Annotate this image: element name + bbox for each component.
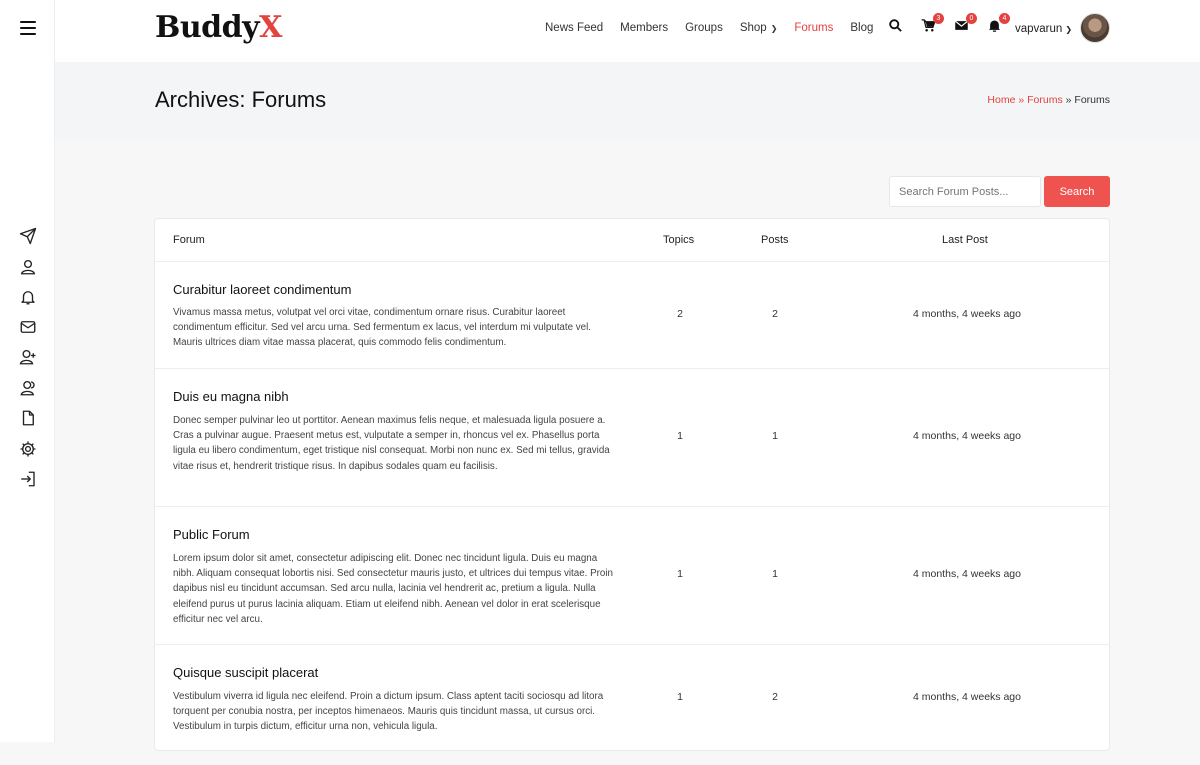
site-logo[interactable]: BuddyX <box>155 10 282 45</box>
last-post[interactable]: 4 months, 4 weeks ago <box>887 691 1047 703</box>
logout-icon[interactable] <box>19 470 37 488</box>
message-icon[interactable]: 0 <box>954 13 977 34</box>
breadcrumb-current: Forums <box>1074 94 1110 106</box>
last-post[interactable]: 4 months, 4 weeks ago <box>887 308 1047 320</box>
file-icon[interactable] <box>19 409 37 427</box>
breadcrumb-forums[interactable]: Forums <box>1027 94 1063 106</box>
topic-count: 1 <box>677 691 683 703</box>
user-icon[interactable] <box>19 258 37 276</box>
logo-accent: X <box>259 10 282 45</box>
logo-main: Buddy <box>155 10 260 45</box>
chevron-down-icon: ❯ <box>1065 25 1073 34</box>
post-count: 2 <box>772 308 778 320</box>
search-icon[interactable] <box>888 18 904 34</box>
post-count: 1 <box>772 568 778 580</box>
header-icons: 3 0 4 <box>888 13 1020 34</box>
forum-description: Donec semper pulvinar leo ut porttitor. … <box>173 415 610 472</box>
topic-count: 1 <box>677 568 683 580</box>
nav-news-feed[interactable]: News Feed <box>545 22 603 34</box>
cart-badge: 3 <box>933 13 944 24</box>
col-forum: Forum <box>173 234 205 246</box>
chevron-down-icon: ❯ <box>770 24 778 33</box>
site-header: BuddyX News Feed Members Groups Shop ❯ Fo… <box>55 0 1200 62</box>
user-plus-icon[interactable] <box>19 348 37 366</box>
forum-title[interactable]: Public Forum <box>173 527 250 542</box>
table-row: Duis eu magna nibh Donec semper pulvinar… <box>155 369 1109 507</box>
message-badge: 0 <box>966 13 977 24</box>
users-icon[interactable] <box>19 379 37 397</box>
topic-count: 2 <box>677 308 683 320</box>
page-title-band: Archives: Forums Home » Forums » Forums <box>55 62 1200 140</box>
page-title: Archives: Forums <box>155 87 327 112</box>
post-count: 2 <box>772 691 778 703</box>
menu-icon[interactable] <box>20 21 36 37</box>
mail-icon[interactable] <box>19 318 37 336</box>
bell-icon[interactable]: 4 <box>987 13 1010 34</box>
nav-members[interactable]: Members <box>620 22 668 34</box>
cart-icon[interactable]: 3 <box>921 13 944 34</box>
forum-table: Forum Topics Posts Last Post Curabitur l… <box>154 218 1110 751</box>
forum-description: Vestibulum viverra id ligula nec eleifen… <box>173 691 604 733</box>
col-last-post: Last Post <box>942 234 988 246</box>
table-row: Public Forum Lorem ipsum dolor sit amet,… <box>155 507 1109 645</box>
nav-groups[interactable]: Groups <box>685 22 723 34</box>
nav-blog[interactable]: Blog <box>850 22 873 34</box>
last-post[interactable]: 4 months, 4 weeks ago <box>887 430 1047 442</box>
forum-description: Vivamus massa metus, volutpat vel orci v… <box>173 307 592 349</box>
username: vapvarun <box>1015 23 1063 35</box>
search-button[interactable]: Search <box>1044 176 1110 207</box>
search-input[interactable] <box>889 176 1041 207</box>
nav-shop-label: Shop <box>739 22 767 34</box>
table-row: Curabitur laoreet condimentum Vivamus ma… <box>155 262 1109 369</box>
main-nav: News Feed Members Groups Shop ❯ Forums Bl… <box>545 22 890 34</box>
col-topics: Topics <box>663 234 695 246</box>
table-row: Quisque suscipit placerat Vestibulum viv… <box>155 645 1109 752</box>
avatar[interactable] <box>1080 13 1110 43</box>
table-header: Forum Topics Posts Last Post <box>155 219 1109 262</box>
settings-icon[interactable] <box>19 440 37 458</box>
breadcrumb-home[interactable]: Home <box>987 94 1015 106</box>
forum-description: Lorem ipsum dolor sit amet, consectetur … <box>173 553 613 625</box>
forum-title[interactable]: Quisque suscipit placerat <box>173 665 318 680</box>
forum-title[interactable]: Duis eu magna nibh <box>173 389 289 404</box>
breadcrumb-sep: » <box>1018 94 1025 106</box>
user-menu[interactable]: vapvarun ❯ <box>1015 23 1072 35</box>
forum-title[interactable]: Curabitur laoreet condimentum <box>173 282 351 297</box>
nav-shop[interactable]: Shop ❯ <box>740 22 778 34</box>
send-icon[interactable] <box>19 227 37 245</box>
notification-badge: 4 <box>999 13 1010 24</box>
topic-count: 1 <box>677 430 683 442</box>
post-count: 1 <box>772 430 778 442</box>
breadcrumb: Home » Forums » Forums <box>987 94 1110 106</box>
col-posts: Posts <box>761 234 789 246</box>
breadcrumb-sep: » <box>1065 94 1072 106</box>
last-post[interactable]: 4 months, 4 weeks ago <box>887 568 1047 580</box>
bell-icon[interactable] <box>19 288 37 306</box>
left-sidebar <box>0 0 55 742</box>
nav-forums[interactable]: Forums <box>794 22 833 34</box>
